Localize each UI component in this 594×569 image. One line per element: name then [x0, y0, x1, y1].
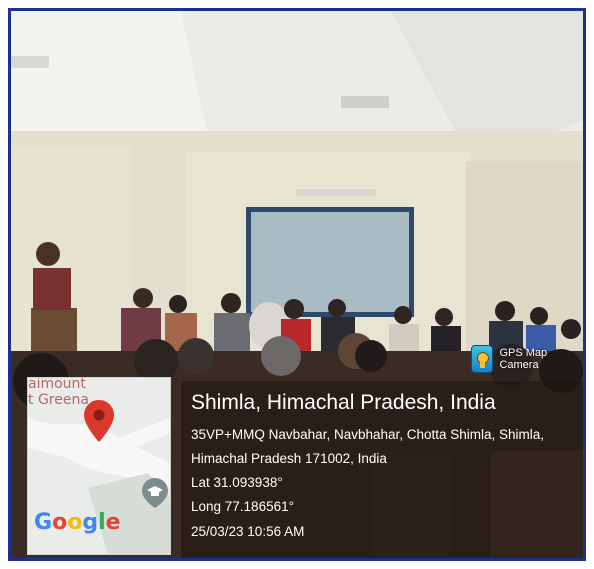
datetime-text: 25/03/23 10:56 AM	[191, 524, 305, 539]
map-label-top: aimount	[28, 377, 86, 392]
location-overlay: Shimla, Himachal Pradesh, India 35VP+MMQ…	[181, 381, 583, 558]
graduation-cap-icon	[142, 478, 168, 508]
photo-frame: GPS Map Camera Shimla, Himachal Pradesh,…	[8, 8, 586, 561]
gps-camera-badge: GPS Map Camera	[471, 345, 583, 373]
google-logo: Google	[34, 510, 121, 535]
map-thumbnail: aimount t Greena Google	[27, 377, 171, 555]
address-line-1: 35VP+MMQ Navbahar, Navbhahar, Chotta Shi…	[191, 427, 545, 442]
address-line-2: Himachal Pradesh 171002, India	[191, 451, 387, 466]
map-pin-icon	[84, 400, 114, 442]
gps-map-camera-icon	[471, 345, 494, 373]
map-label-second: t Greena	[28, 392, 89, 408]
longitude-text: Long 77.186561°	[191, 499, 294, 514]
location-title: Shimla, Himachal Pradesh, India	[191, 391, 496, 414]
gps-camera-label: GPS Map Camera	[499, 347, 548, 371]
latitude-text: Lat 31.093938°	[191, 475, 283, 490]
